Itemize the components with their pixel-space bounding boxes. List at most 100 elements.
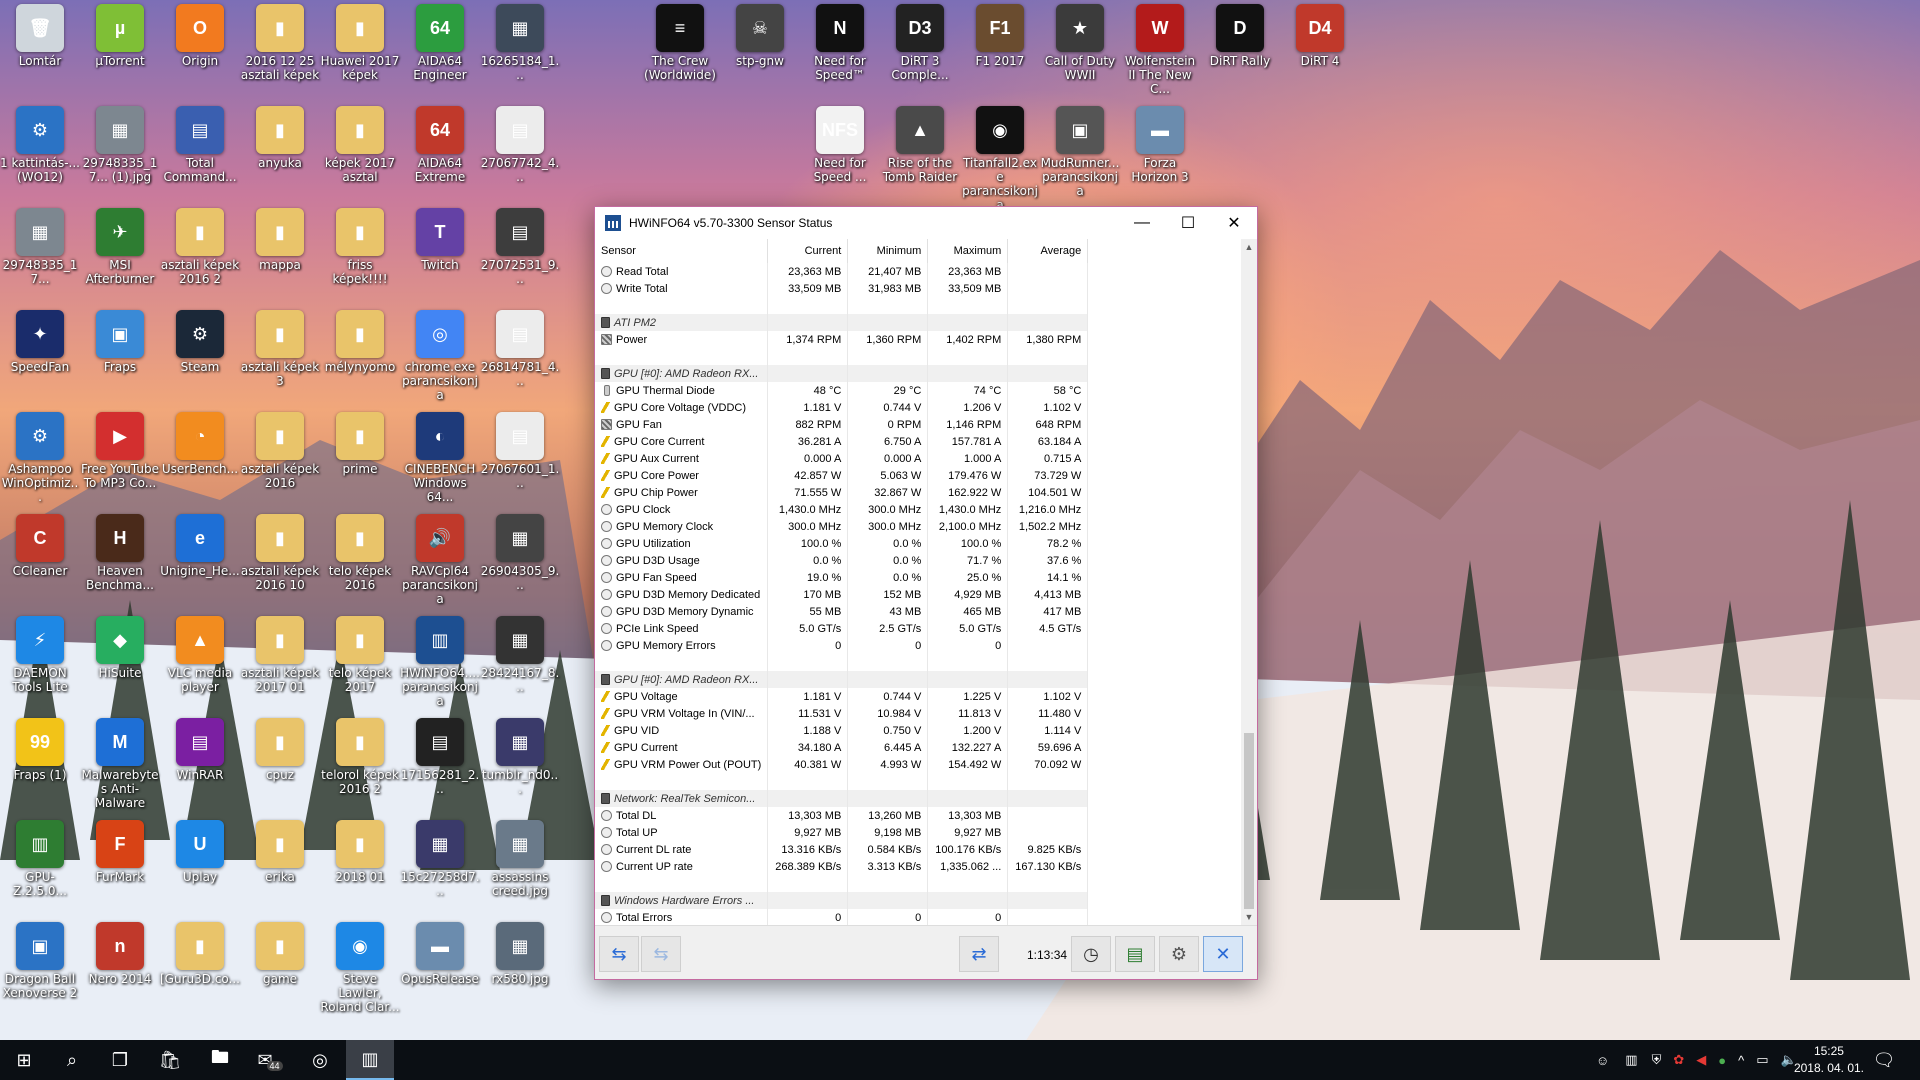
desktop-icon[interactable]: ◉ Titanfall2.exe parancsikonja bbox=[960, 106, 1040, 212]
sensor-row[interactable]: GPU Memory Clock 300.0 MHz 300.0 MHz 2,100.… bbox=[595, 518, 1249, 535]
desktop-icon[interactable]: ▤ 26814781_4... bbox=[480, 310, 560, 388]
sensor-row[interactable]: GPU Clock 1,430.0 MHz 300.0 MHz 1,430.0 MHz… bbox=[595, 501, 1249, 518]
desktop-icon[interactable]: F FurMark bbox=[80, 820, 160, 884]
desktop-icon[interactable]: ▮ 2016 12 25 asztali képek bbox=[240, 4, 320, 82]
desktop-icon[interactable]: ▮ erika bbox=[240, 820, 320, 884]
desktop-icon[interactable]: ▣ Dragon Ball Xenoverse 2 bbox=[0, 922, 80, 1000]
desktop-icon[interactable]: ▤ 27072531_9... bbox=[480, 208, 560, 286]
column-header-maximum[interactable]: Maximum bbox=[927, 239, 1009, 263]
desktop-icon[interactable]: ▤ 27067742_4... bbox=[480, 106, 560, 184]
desktop-icon[interactable]: ▮ asztali képek 2016 10 bbox=[240, 514, 320, 592]
title-bar[interactable]: HWiNFO64 v5.70-3300 Sensor Status — ☐ ✕ bbox=[595, 207, 1257, 239]
desktop-icon[interactable]: µ µTorrent bbox=[80, 4, 160, 68]
mail-icon[interactable]: ✉ 44 bbox=[246, 1040, 294, 1080]
minimize-button[interactable]: — bbox=[1119, 207, 1165, 239]
sensor-row[interactable]: GPU Fan 882 RPM 0 RPM 1,146 RPM 648 RPM bbox=[595, 416, 1249, 433]
desktop-icon[interactable]: ▮ képek 2017 asztal bbox=[320, 106, 400, 184]
sensor-row[interactable]: GPU VRM Voltage In (VIN/... 11.531 V 10.98… bbox=[595, 705, 1249, 722]
sensor-row[interactable]: GPU Core Power 42.857 W 5.063 W 179.476 W 73… bbox=[595, 467, 1249, 484]
desktop-icon[interactable]: ⚡ DAEMON Tools Lite bbox=[0, 616, 80, 694]
desktop-icon[interactable]: ▦ tumblr_nd0... bbox=[480, 718, 560, 796]
sensor-row[interactable]: Power 1,374 RPM 1,360 RPM 1,402 RPM 1,380 RP… bbox=[595, 331, 1249, 348]
desktop-icon[interactable]: 99 Fraps (1) bbox=[0, 718, 80, 782]
desktop-icon[interactable]: ⚙ 1 kattintás-... (WO12) bbox=[0, 106, 80, 184]
desktop-icon[interactable]: H Heaven Benchma... bbox=[80, 514, 160, 592]
desktop-icon[interactable]: ▲ VLC media player bbox=[160, 616, 240, 694]
desktop-icon[interactable]: W Wolfenstein II The New C... bbox=[1120, 4, 1200, 96]
desktop-icon[interactable]: D3 DiRT 3 Comple... bbox=[880, 4, 960, 82]
column-header-average[interactable]: Average bbox=[1007, 239, 1089, 263]
desktop-icon[interactable]: ▦ 29748335_17... (1).jpg bbox=[80, 106, 160, 184]
start-windows-icon[interactable]: ⊞ bbox=[0, 1040, 48, 1080]
desktop-icon[interactable]: O Origin bbox=[160, 4, 240, 68]
desktop-icon[interactable]: ▦ 29748335_17... bbox=[0, 208, 80, 286]
desktop-icon[interactable]: ▦ rx580.jpg bbox=[480, 922, 560, 986]
sensor-group-row[interactable]: GPU [#0]: AMD Radeon RX... bbox=[595, 671, 1249, 688]
column-header-minimum[interactable]: Minimum bbox=[847, 239, 929, 263]
desktop-icon[interactable]: ▬ Forza Horizon 3 bbox=[1120, 106, 1200, 184]
sensor-row[interactable]: GPU Voltage 1.181 V 0.744 V 1.225 V 1.102 V bbox=[595, 688, 1249, 705]
taskbar-clock[interactable]: 15:25 2018. 04. 01. bbox=[1794, 1043, 1864, 1077]
desktop-icon[interactable]: NFS Need for Speed ... bbox=[800, 106, 880, 184]
notifications-icon[interactable]: 🗨 bbox=[1864, 1040, 1904, 1080]
desktop-icon[interactable]: D DiRT Rally bbox=[1200, 4, 1280, 68]
sensor-row[interactable]: Current DL rate 13.316 KB/s 0.584 KB/s 100.… bbox=[595, 841, 1249, 858]
desktop-icon[interactable]: ▥ GPU-Z.2.5.0... bbox=[0, 820, 80, 898]
desktop-icon[interactable]: ▣ Fraps bbox=[80, 310, 160, 374]
desktop-icon[interactable]: n Nero 2014 bbox=[80, 922, 160, 986]
maximize-button[interactable]: ☐ bbox=[1165, 207, 1211, 239]
desktop-icon[interactable]: ▦ assassins creed.jpg bbox=[480, 820, 560, 898]
desktop-icon[interactable]: ▦ 16265184_1... bbox=[480, 4, 560, 82]
desktop-icon[interactable]: ▮ prime bbox=[320, 412, 400, 476]
desktop-icon[interactable]: ◐ CINEBENCH Windows 64... bbox=[400, 412, 480, 504]
desktop-icon[interactable]: e Unigine_He... bbox=[160, 514, 240, 578]
vertical-scrollbar[interactable]: ▲ ▼ bbox=[1241, 239, 1257, 925]
scrollbar-thumb[interactable] bbox=[1244, 733, 1254, 909]
desktop-icon[interactable]: ▮ cpuz bbox=[240, 718, 320, 782]
sensor-row[interactable]: GPU Current 34.180 A 6.445 A 132.227 A 59.69… bbox=[595, 739, 1249, 756]
desktop-icon[interactable]: ▮ asztali képek 2016 bbox=[240, 412, 320, 490]
sensor-row[interactable]: Total DL 13,303 MB 13,260 MB 13,303 MB bbox=[595, 807, 1249, 824]
desktop-icon[interactable]: ✦ SpeedFan bbox=[0, 310, 80, 374]
column-header-current[interactable]: Current bbox=[767, 239, 849, 263]
desktop-icon[interactable]: 🗑 Lomtár bbox=[0, 4, 80, 68]
sensor-group-row[interactable]: Windows Hardware Errors ... bbox=[595, 892, 1249, 909]
sensor-row[interactable]: GPU Aux Current 0.000 A 0.000 A 1.000 A 0.71… bbox=[595, 450, 1249, 467]
hwinfo-taskbar-icon[interactable]: ▥ bbox=[346, 1040, 394, 1080]
desktop-icon[interactable]: ◆ HiSuite bbox=[80, 616, 160, 680]
desktop-icon[interactable]: ▤ Total Command... bbox=[160, 106, 240, 184]
sensor-row[interactable]: GPU Thermal Diode 48 °C 29 °C 74 °C 58 °C bbox=[595, 382, 1249, 399]
desktop-icon[interactable]: ▤ WinRAR bbox=[160, 718, 240, 782]
desktop-icon[interactable]: 64 AIDA64 Engineer bbox=[400, 4, 480, 82]
desktop-icon[interactable]: ▲ Rise of the Tomb Raider bbox=[880, 106, 960, 184]
desktop-icon[interactable]: ▮ telo képek 2017 bbox=[320, 616, 400, 694]
clock-icon[interactable]: ◷ bbox=[1071, 936, 1111, 972]
desktop-icon[interactable]: T Twitch bbox=[400, 208, 480, 272]
desktop-icon[interactable]: ▮ telo képek 2016 bbox=[320, 514, 400, 592]
desktop-icon[interactable]: ▮ game bbox=[240, 922, 320, 986]
desktop-icon[interactable]: ◉ Steve Lawler, Roland Clar... bbox=[320, 922, 400, 1014]
desktop-icon[interactable]: ▣ MudRunner... parancsikonja bbox=[1040, 106, 1120, 198]
navigate-arrows-icon[interactable]: ⇆ bbox=[599, 936, 639, 972]
sensor-row[interactable]: GPU VID 1.188 V 0.750 V 1.200 V 1.114 V bbox=[595, 722, 1249, 739]
desktop-icon[interactable]: 64 AIDA64 Extreme bbox=[400, 106, 480, 184]
desktop-icon[interactable]: ☠ stp-gnw bbox=[720, 4, 800, 68]
desktop-icon[interactable]: ▮ asztali képek 3 bbox=[240, 310, 320, 388]
sensor-row[interactable]: GPU Utilization 100.0 % 0.0 % 100.0 % 78.2 % bbox=[595, 535, 1249, 552]
sensor-row[interactable]: GPU D3D Memory Dedicated 170 MB 152 MB 4,92… bbox=[595, 586, 1249, 603]
people-icon[interactable]: ☺ bbox=[1596, 1053, 1609, 1068]
tray-hwinfo-icon[interactable]: ▥ bbox=[1625, 1052, 1637, 1068]
chrome-icon[interactable]: ◎ bbox=[296, 1040, 344, 1080]
column-header-sensor[interactable]: Sensor bbox=[595, 239, 769, 263]
desktop-icon[interactable]: ▦ 28424167_8... bbox=[480, 616, 560, 694]
sensor-group-row[interactable]: Network: RealTek Semicon... bbox=[595, 790, 1249, 807]
close-button[interactable]: ✕ bbox=[1211, 207, 1257, 239]
file-explorer-icon[interactable]: 🖿 bbox=[196, 1040, 244, 1080]
desktop-icon[interactable]: M Malwarebytes Anti-Malware bbox=[80, 718, 160, 810]
sensor-row[interactable]: GPU VRM Power Out (POUT) 40.381 W 4.993 W1… bbox=[595, 756, 1249, 773]
sensor-row[interactable]: GPU D3D Memory Dynamic 55 MB 43 MB 465 MB 41… bbox=[595, 603, 1249, 620]
tray-speaker-alert-icon[interactable]: ◀ bbox=[1696, 1052, 1706, 1068]
desktop-icon[interactable]: ≡ The Crew (Worldwide) bbox=[640, 4, 720, 82]
desktop-icon[interactable]: D4 DiRT 4 bbox=[1280, 4, 1360, 68]
tray-amd-icon[interactable]: ✿ bbox=[1673, 1052, 1684, 1068]
